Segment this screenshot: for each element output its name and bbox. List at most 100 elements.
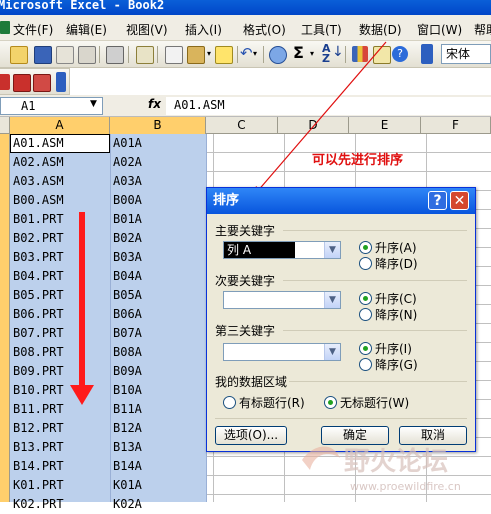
pdf-convert-icon[interactable] <box>13 74 31 92</box>
cell-b[interactable]: B05A <box>113 286 142 305</box>
cell-a[interactable]: B11.PRT <box>13 400 64 419</box>
menu-insert[interactable]: 插入(I) <box>185 21 222 38</box>
primary-key-select[interactable]: 列 A ▼ <box>223 241 341 259</box>
sort-dialog: 排序 ? ✕ 主要关键字 列 A ▼ 升序(A) 降序(D) 次要关键字 ▼ 升… <box>206 187 476 452</box>
cell-b[interactable]: B06A <box>113 305 142 324</box>
cell-a[interactable]: K01.PRT <box>13 476 64 495</box>
menu-tools[interactable]: 工具(T) <box>301 21 342 38</box>
name-box[interactable]: A1 <box>0 97 103 115</box>
secondary-desc-radio[interactable]: 降序(N) <box>359 306 417 323</box>
cell-a[interactable]: B00.ASM <box>13 191 64 210</box>
annotation-text: 可以先进行排序 <box>312 153 404 168</box>
chevron-down-icon[interactable]: ▾ <box>207 49 211 58</box>
cell-b[interactable]: A01A <box>113 134 142 153</box>
cell-a[interactable]: A01.ASM <box>13 134 64 153</box>
divider <box>283 230 467 231</box>
tertiary-key-select[interactable]: ▼ <box>223 343 341 361</box>
tertiary-desc-radio[interactable]: 降序(G) <box>359 356 418 373</box>
cell-b[interactable]: A02A <box>113 153 142 172</box>
cell-a[interactable]: K02.PRT <box>13 495 64 514</box>
cell-b[interactable]: A03A <box>113 172 142 191</box>
cell-b[interactable]: B13A <box>113 438 142 457</box>
copy-icon[interactable] <box>165 46 183 64</box>
chevron-down-icon[interactable]: ▼ <box>324 344 340 360</box>
cell-a[interactable]: B10.PRT <box>13 381 64 400</box>
cell-b[interactable]: B02A <box>113 229 142 248</box>
tertiary-asc-radio[interactable]: 升序(I) <box>359 340 412 357</box>
excel-icon[interactable] <box>0 21 10 37</box>
cell-a[interactable]: B08.PRT <box>13 343 64 362</box>
cell-b[interactable]: B00A <box>113 191 142 210</box>
cell-b[interactable]: B11A <box>113 400 142 419</box>
cell-a[interactable]: A02.ASM <box>13 153 64 172</box>
radio-label: 无标题行(W) <box>340 396 410 410</box>
toolbar-options-icon[interactable] <box>421 44 433 64</box>
chevron-down-icon[interactable]: ▼ <box>324 242 340 258</box>
title-bar: Microsoft Excel - Book2 <box>0 0 491 15</box>
cell-b[interactable]: B09A <box>113 362 142 381</box>
column-header-b[interactable]: B <box>110 117 206 134</box>
secondary-key-select[interactable]: ▼ <box>223 291 341 309</box>
cell-a[interactable]: B02.PRT <box>13 229 64 248</box>
cell-a[interactable]: B09.PRT <box>13 362 64 381</box>
menu-view[interactable]: 视图(V) <box>126 21 168 38</box>
cell-a[interactable]: B13.PRT <box>13 438 64 457</box>
cell-a[interactable]: A03.ASM <box>13 172 64 191</box>
cell-a[interactable]: B12.PRT <box>13 419 64 438</box>
options-button[interactable]: 选项(O)... <box>215 426 287 445</box>
cell-b[interactable]: B10A <box>113 381 142 400</box>
separator <box>237 46 238 63</box>
pdf-email-icon[interactable] <box>33 74 51 92</box>
open-icon[interactable] <box>10 46 28 64</box>
row-headers[interactable] <box>0 134 10 502</box>
toolbar-options-icon[interactable] <box>56 72 66 92</box>
radio-label: 升序(A) <box>375 241 417 255</box>
cell-b[interactable]: B07A <box>113 324 142 343</box>
cell-a[interactable]: B06.PRT <box>13 305 64 324</box>
format-painter-icon[interactable] <box>215 46 233 64</box>
menu-data[interactable]: 数据(D) <box>359 21 402 38</box>
help-button[interactable]: ? <box>428 191 447 210</box>
close-button[interactable]: ✕ <box>450 191 469 210</box>
column-header-a[interactable]: A <box>10 117 110 134</box>
cell-b[interactable]: K02A <box>113 495 142 514</box>
cell-a[interactable]: B05.PRT <box>13 286 64 305</box>
menu-format[interactable]: 格式(O) <box>243 21 286 38</box>
chevron-down-icon[interactable]: ▼ <box>90 99 97 109</box>
cell-b[interactable]: B03A <box>113 248 142 267</box>
menu-window[interactable]: 窗口(W) <box>417 21 462 38</box>
spelling-icon[interactable] <box>136 46 154 64</box>
print-icon[interactable] <box>106 46 124 64</box>
cell-b[interactable]: K01A <box>113 476 142 495</box>
down-arrowhead-icon <box>70 385 94 405</box>
column-header-f[interactable]: F <box>421 117 491 134</box>
cell-a[interactable]: B03.PRT <box>13 248 64 267</box>
paste-icon[interactable] <box>187 46 205 64</box>
cell-b[interactable]: B12A <box>113 419 142 438</box>
menu-file[interactable]: 文件(F) <box>13 21 53 38</box>
cell-a[interactable]: B04.PRT <box>13 267 64 286</box>
secondary-asc-radio[interactable]: 升序(C) <box>359 290 417 307</box>
pdf-icon[interactable] <box>0 74 10 90</box>
cell-a[interactable]: B14.PRT <box>13 457 64 476</box>
font-name-box[interactable]: 宋体 <box>441 44 491 64</box>
no-header-row-radio[interactable]: 无标题行(W) <box>324 394 409 411</box>
primary-desc-radio[interactable]: 降序(D) <box>359 255 418 272</box>
select-all-corner[interactable] <box>0 117 10 134</box>
cell-b[interactable]: B14A <box>113 457 142 476</box>
help-icon[interactable]: ? <box>392 46 408 62</box>
header-row-radio[interactable]: 有标题行(R) <box>223 394 305 411</box>
cell-b[interactable]: B01A <box>113 210 142 229</box>
cell-a[interactable]: B01.PRT <box>13 210 64 229</box>
permission-icon[interactable] <box>56 46 74 64</box>
primary-asc-radio[interactable]: 升序(A) <box>359 239 417 256</box>
menu-help[interactable]: 帮助 <box>474 21 491 38</box>
cell-b[interactable]: B08A <box>113 343 142 362</box>
menu-edit[interactable]: 编辑(E) <box>66 21 107 38</box>
save-icon[interactable] <box>34 46 52 64</box>
chevron-down-icon[interactable]: ▼ <box>324 292 340 308</box>
insert-function-icon[interactable]: fx <box>148 97 161 111</box>
cell-a[interactable]: B07.PRT <box>13 324 64 343</box>
cell-b[interactable]: B04A <box>113 267 142 286</box>
mail-icon[interactable] <box>78 46 96 64</box>
